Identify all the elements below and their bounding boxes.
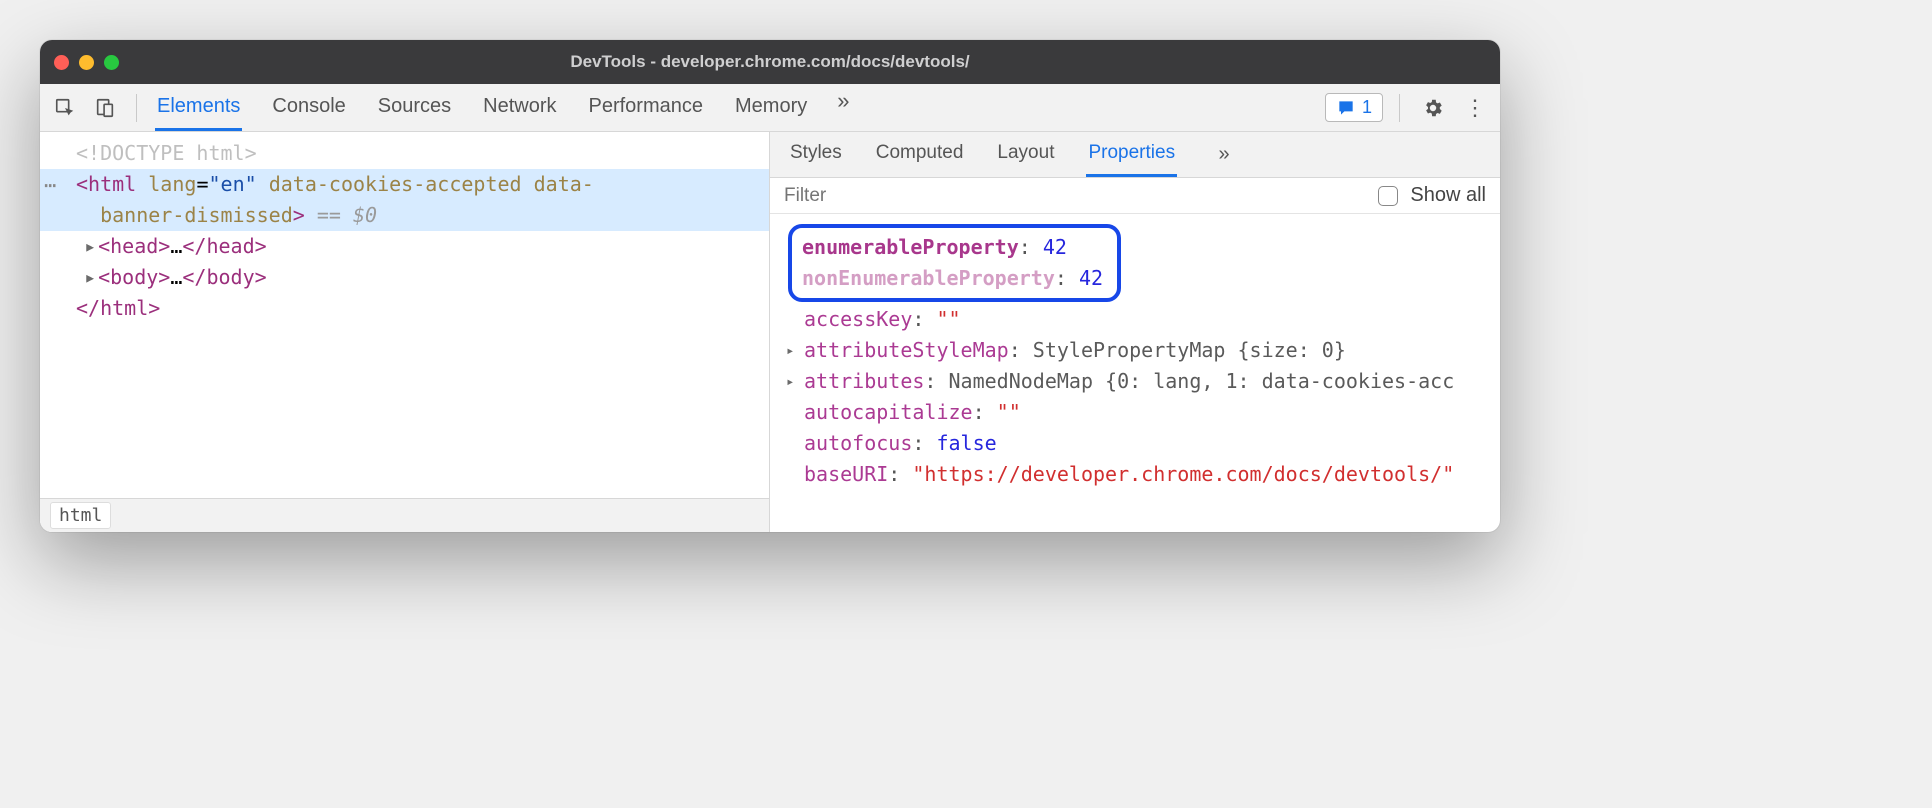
property-value: "https://developer.chrome.com/docs/devto… [912,462,1454,486]
more-icon[interactable]: ⋮ [1458,91,1492,125]
property-row[interactable]: autocapitalize: "" [780,397,1496,428]
property-name: autocapitalize [804,400,973,424]
property-name: attributes [804,369,924,393]
property-row[interactable]: baseURI: "https://developer.chrome.com/d… [780,459,1496,490]
issues-count: 1 [1362,97,1372,118]
show-all-checkbox[interactable] [1378,186,1398,206]
dom-head[interactable]: ▸<head>…</head> [40,231,769,262]
expand-icon[interactable]: ▸ [84,262,98,293]
dom-html-close[interactable]: </html> [40,293,769,324]
prop-enumerable[interactable]: enumerableProperty: 42 [802,232,1103,263]
property-name: autofocus [804,431,912,455]
dom-html-element[interactable]: ⋯<html lang="en" data-cookies-accepted d… [40,169,769,231]
tab-elements[interactable]: Elements [155,84,242,131]
property-value: "" [936,307,960,331]
property-row[interactable]: accessKey: "" [780,304,1496,335]
property-row[interactable]: ▸attributeStyleMap: StylePropertyMap {si… [780,335,1496,366]
divider [1399,94,1400,122]
divider [136,94,137,122]
tab-network[interactable]: Network [481,84,558,131]
expand-icon[interactable]: ▸ [786,372,794,394]
tab-console[interactable]: Console [270,84,347,131]
dom-doctype[interactable]: <!DOCTYPE html> [40,138,769,169]
own-properties-highlight: enumerableProperty: 42 nonEnumerableProp… [788,224,1121,302]
subtab-properties[interactable]: Properties [1086,132,1177,177]
show-all-label[interactable]: Show all [1410,184,1486,207]
property-value: StylePropertyMap {size: 0} [1033,338,1346,362]
main-tabs: Elements Console Sources Network Perform… [145,84,849,131]
properties-list[interactable]: enumerableProperty: 42 nonEnumerableProp… [770,214,1500,532]
subtab-computed[interactable]: Computed [874,132,966,177]
tab-sources[interactable]: Sources [376,84,453,131]
inspect-icon[interactable] [48,91,82,125]
collapsed-dots-icon: ⋯ [44,170,56,201]
device-toggle-icon[interactable] [88,91,122,125]
breadcrumb-html[interactable]: html [50,502,111,529]
elements-panel: <!DOCTYPE html> ⋯<html lang="en" data-co… [40,132,770,532]
property-name: accessKey [804,307,912,331]
expand-icon[interactable]: ▸ [786,341,794,363]
property-name: attributeStyleMap [804,338,1009,362]
sidebar-tabs: Styles Computed Layout Properties » [770,132,1500,178]
filter-row: Show all [770,178,1500,214]
settings-icon[interactable] [1416,91,1450,125]
property-row[interactable]: autofocus: false [780,428,1496,459]
content: <!DOCTYPE html> ⋯<html lang="en" data-co… [40,132,1500,532]
property-value: false [936,431,996,455]
window-title: DevTools - developer.chrome.com/docs/dev… [40,52,1500,72]
property-value: "" [997,400,1021,424]
property-name: baseURI [804,462,888,486]
main-toolbar: Elements Console Sources Network Perform… [40,84,1500,132]
expand-icon[interactable]: ▸ [84,231,98,262]
issues-button[interactable]: 1 [1325,93,1383,122]
tab-performance[interactable]: Performance [587,84,706,131]
property-value: NamedNodeMap {0: lang, 1: data-cookies-a… [949,369,1455,393]
subtab-styles[interactable]: Styles [788,132,844,177]
dom-body[interactable]: ▸<body>…</body> [40,262,769,293]
subtab-layout[interactable]: Layout [995,132,1056,177]
subtabs-overflow-icon[interactable]: » [1207,138,1241,172]
filter-input[interactable] [784,185,1366,207]
tab-memory[interactable]: Memory [733,84,809,131]
titlebar: DevTools - developer.chrome.com/docs/dev… [40,40,1500,84]
breadcrumb[interactable]: html [40,498,769,532]
dom-tree[interactable]: <!DOCTYPE html> ⋯<html lang="en" data-co… [40,132,769,498]
tabs-overflow-icon[interactable]: » [837,84,849,118]
devtools-window: DevTools - developer.chrome.com/docs/dev… [40,40,1500,532]
prop-nonenumerable[interactable]: nonEnumerableProperty: 42 [802,263,1103,294]
sidebar-panel: Styles Computed Layout Properties » Show… [770,132,1500,532]
property-row[interactable]: ▸attributes: NamedNodeMap {0: lang, 1: d… [780,366,1496,397]
